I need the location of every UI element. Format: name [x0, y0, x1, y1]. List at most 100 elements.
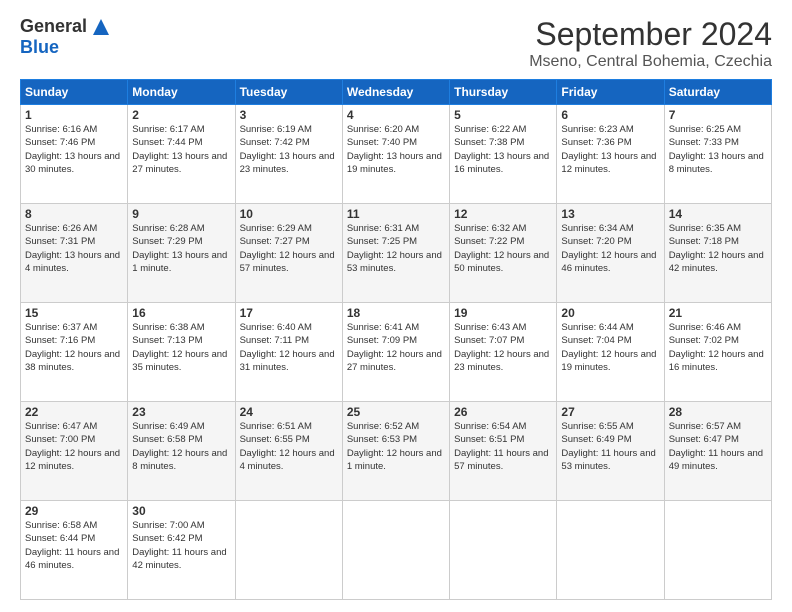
calendar-week-row: 29Sunrise: 6:58 AMSunset: 6:44 PMDayligh… — [21, 501, 772, 600]
calendar-table: Sunday Monday Tuesday Wednesday Thursday… — [20, 79, 772, 600]
day-number: 4 — [347, 108, 445, 122]
day-info: Sunrise: 6:55 AMSunset: 6:49 PMDaylight:… — [561, 420, 659, 473]
table-row: 26Sunrise: 6:54 AMSunset: 6:51 PMDayligh… — [450, 402, 557, 501]
day-number: 27 — [561, 405, 659, 419]
day-number: 16 — [132, 306, 230, 320]
day-info: Sunrise: 6:46 AMSunset: 7:02 PMDaylight:… — [669, 321, 767, 374]
table-row: 16Sunrise: 6:38 AMSunset: 7:13 PMDayligh… — [128, 303, 235, 402]
calendar-week-row: 15Sunrise: 6:37 AMSunset: 7:16 PMDayligh… — [21, 303, 772, 402]
day-info: Sunrise: 6:29 AMSunset: 7:27 PMDaylight:… — [240, 222, 338, 275]
day-info: Sunrise: 6:19 AMSunset: 7:42 PMDaylight:… — [240, 123, 338, 176]
table-row: 28Sunrise: 6:57 AMSunset: 6:47 PMDayligh… — [664, 402, 771, 501]
logo-icon — [91, 17, 111, 37]
table-row: 9Sunrise: 6:28 AMSunset: 7:29 PMDaylight… — [128, 204, 235, 303]
table-row: 29Sunrise: 6:58 AMSunset: 6:44 PMDayligh… — [21, 501, 128, 600]
table-row: 30Sunrise: 7:00 AMSunset: 6:42 PMDayligh… — [128, 501, 235, 600]
day-number: 26 — [454, 405, 552, 419]
table-row: 25Sunrise: 6:52 AMSunset: 6:53 PMDayligh… — [342, 402, 449, 501]
table-row — [342, 501, 449, 600]
table-row: 27Sunrise: 6:55 AMSunset: 6:49 PMDayligh… — [557, 402, 664, 501]
month-title: September 2024 — [529, 16, 772, 53]
calendar-week-row: 1Sunrise: 6:16 AMSunset: 7:46 PMDaylight… — [21, 105, 772, 204]
day-info: Sunrise: 6:49 AMSunset: 6:58 PMDaylight:… — [132, 420, 230, 473]
header: General Blue September 2024 Mseno, Centr… — [20, 16, 772, 71]
table-row: 3Sunrise: 6:19 AMSunset: 7:42 PMDaylight… — [235, 105, 342, 204]
calendar-week-row: 22Sunrise: 6:47 AMSunset: 7:00 PMDayligh… — [21, 402, 772, 501]
table-row — [450, 501, 557, 600]
day-info: Sunrise: 6:25 AMSunset: 7:33 PMDaylight:… — [669, 123, 767, 176]
title-block: September 2024 Mseno, Central Bohemia, C… — [529, 16, 772, 71]
day-number: 21 — [669, 306, 767, 320]
table-row: 14Sunrise: 6:35 AMSunset: 7:18 PMDayligh… — [664, 204, 771, 303]
day-number: 5 — [454, 108, 552, 122]
col-thursday: Thursday — [450, 80, 557, 105]
col-friday: Friday — [557, 80, 664, 105]
day-info: Sunrise: 6:28 AMSunset: 7:29 PMDaylight:… — [132, 222, 230, 275]
day-info: Sunrise: 6:16 AMSunset: 7:46 PMDaylight:… — [25, 123, 123, 176]
table-row: 11Sunrise: 6:31 AMSunset: 7:25 PMDayligh… — [342, 204, 449, 303]
day-info: Sunrise: 6:58 AMSunset: 6:44 PMDaylight:… — [25, 519, 123, 572]
calendar-header-row: Sunday Monday Tuesday Wednesday Thursday… — [21, 80, 772, 105]
table-row: 10Sunrise: 6:29 AMSunset: 7:27 PMDayligh… — [235, 204, 342, 303]
table-row: 5Sunrise: 6:22 AMSunset: 7:38 PMDaylight… — [450, 105, 557, 204]
day-number: 11 — [347, 207, 445, 221]
day-number: 30 — [132, 504, 230, 518]
col-wednesday: Wednesday — [342, 80, 449, 105]
day-number: 7 — [669, 108, 767, 122]
day-number: 29 — [25, 504, 123, 518]
day-number: 15 — [25, 306, 123, 320]
day-number: 2 — [132, 108, 230, 122]
day-info: Sunrise: 6:57 AMSunset: 6:47 PMDaylight:… — [669, 420, 767, 473]
day-info: Sunrise: 6:22 AMSunset: 7:38 PMDaylight:… — [454, 123, 552, 176]
page: General Blue September 2024 Mseno, Centr… — [0, 0, 792, 612]
day-number: 20 — [561, 306, 659, 320]
day-number: 28 — [669, 405, 767, 419]
table-row: 17Sunrise: 6:40 AMSunset: 7:11 PMDayligh… — [235, 303, 342, 402]
table-row — [664, 501, 771, 600]
table-row: 6Sunrise: 6:23 AMSunset: 7:36 PMDaylight… — [557, 105, 664, 204]
day-info: Sunrise: 6:31 AMSunset: 7:25 PMDaylight:… — [347, 222, 445, 275]
day-number: 18 — [347, 306, 445, 320]
day-info: Sunrise: 6:51 AMSunset: 6:55 PMDaylight:… — [240, 420, 338, 473]
day-number: 24 — [240, 405, 338, 419]
day-info: Sunrise: 6:44 AMSunset: 7:04 PMDaylight:… — [561, 321, 659, 374]
day-info: Sunrise: 6:40 AMSunset: 7:11 PMDaylight:… — [240, 321, 338, 374]
day-info: Sunrise: 6:32 AMSunset: 7:22 PMDaylight:… — [454, 222, 552, 275]
table-row: 20Sunrise: 6:44 AMSunset: 7:04 PMDayligh… — [557, 303, 664, 402]
col-sunday: Sunday — [21, 80, 128, 105]
day-number: 6 — [561, 108, 659, 122]
table-row: 12Sunrise: 6:32 AMSunset: 7:22 PMDayligh… — [450, 204, 557, 303]
logo: General Blue — [20, 16, 111, 58]
logo-blue-text: Blue — [20, 37, 59, 58]
table-row: 7Sunrise: 6:25 AMSunset: 7:33 PMDaylight… — [664, 105, 771, 204]
table-row: 4Sunrise: 6:20 AMSunset: 7:40 PMDaylight… — [342, 105, 449, 204]
table-row — [557, 501, 664, 600]
table-row: 1Sunrise: 6:16 AMSunset: 7:46 PMDaylight… — [21, 105, 128, 204]
table-row: 24Sunrise: 6:51 AMSunset: 6:55 PMDayligh… — [235, 402, 342, 501]
day-number: 14 — [669, 207, 767, 221]
day-number: 25 — [347, 405, 445, 419]
day-info: Sunrise: 7:00 AMSunset: 6:42 PMDaylight:… — [132, 519, 230, 572]
col-monday: Monday — [128, 80, 235, 105]
day-number: 23 — [132, 405, 230, 419]
day-info: Sunrise: 6:26 AMSunset: 7:31 PMDaylight:… — [25, 222, 123, 275]
day-number: 1 — [25, 108, 123, 122]
day-info: Sunrise: 6:43 AMSunset: 7:07 PMDaylight:… — [454, 321, 552, 374]
day-info: Sunrise: 6:41 AMSunset: 7:09 PMDaylight:… — [347, 321, 445, 374]
table-row: 22Sunrise: 6:47 AMSunset: 7:00 PMDayligh… — [21, 402, 128, 501]
day-number: 17 — [240, 306, 338, 320]
col-saturday: Saturday — [664, 80, 771, 105]
day-info: Sunrise: 6:37 AMSunset: 7:16 PMDaylight:… — [25, 321, 123, 374]
day-info: Sunrise: 6:17 AMSunset: 7:44 PMDaylight:… — [132, 123, 230, 176]
table-row — [235, 501, 342, 600]
table-row: 19Sunrise: 6:43 AMSunset: 7:07 PMDayligh… — [450, 303, 557, 402]
table-row: 13Sunrise: 6:34 AMSunset: 7:20 PMDayligh… — [557, 204, 664, 303]
day-info: Sunrise: 6:35 AMSunset: 7:18 PMDaylight:… — [669, 222, 767, 275]
day-info: Sunrise: 6:34 AMSunset: 7:20 PMDaylight:… — [561, 222, 659, 275]
col-tuesday: Tuesday — [235, 80, 342, 105]
logo-general-text: General — [20, 16, 87, 37]
day-number: 9 — [132, 207, 230, 221]
day-number: 19 — [454, 306, 552, 320]
table-row: 8Sunrise: 6:26 AMSunset: 7:31 PMDaylight… — [21, 204, 128, 303]
day-info: Sunrise: 6:47 AMSunset: 7:00 PMDaylight:… — [25, 420, 123, 473]
